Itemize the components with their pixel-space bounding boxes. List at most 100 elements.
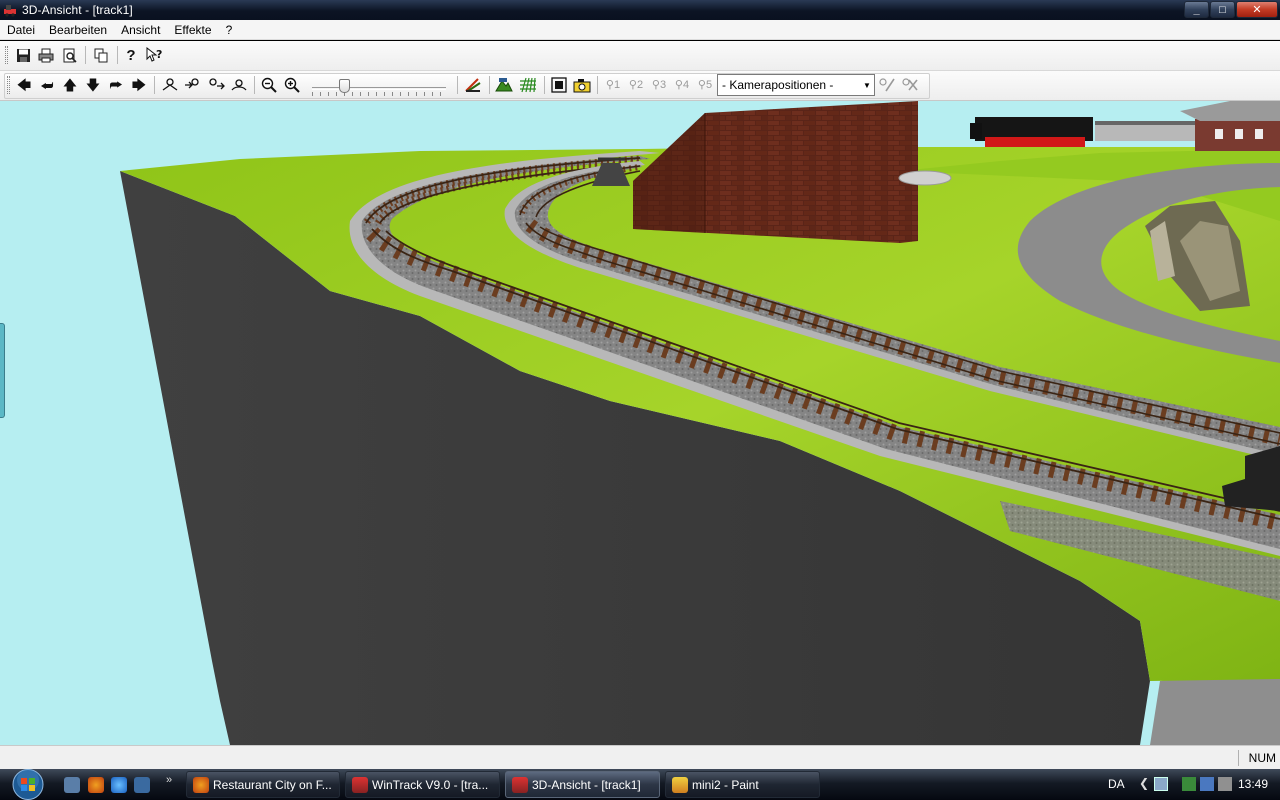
- task-wintrack[interactable]: WinTrack V9.0 - [tra...: [345, 771, 500, 798]
- camera-turn-button[interactable]: [206, 75, 226, 95]
- internet-explorer-icon[interactable]: [111, 777, 127, 793]
- move-right-button[interactable]: 🡆: [129, 75, 149, 95]
- camera-delete-button[interactable]: [900, 75, 920, 95]
- station-roof: [1180, 101, 1280, 121]
- context-help-button[interactable]: ?: [145, 45, 165, 65]
- tray-security-icon[interactable]: [1182, 777, 1196, 791]
- camera-delete-icon: [902, 78, 918, 91]
- locomotive-front: [970, 123, 982, 139]
- landscape-icon: [495, 78, 513, 92]
- arrow-up-icon: 🡅: [62, 77, 78, 93]
- camera-edit-button[interactable]: [877, 75, 897, 95]
- 3d-scene[interactable]: [0, 101, 1280, 745]
- camera-slot-2-button[interactable]: ⚲ 2: [626, 75, 646, 95]
- clock[interactable]: 13:49: [1238, 777, 1268, 791]
- help-button[interactable]: ?: [121, 45, 141, 65]
- tray-expand-icon[interactable]: ❮: [1139, 776, 1149, 790]
- print-icon: [38, 48, 54, 62]
- zoom-slider-ticks: [312, 92, 446, 96]
- menu-bearbeiten[interactable]: Bearbeiten: [42, 20, 114, 40]
- minimize-button[interactable]: _: [1184, 1, 1209, 18]
- title-bar[interactable]: 3D-Ansicht - [track1] _ □ ✕: [0, 0, 1280, 20]
- zoom-in-button[interactable]: [282, 75, 302, 95]
- window-title: 3D-Ansicht - [track1]: [22, 3, 133, 17]
- camera-move-button[interactable]: [160, 75, 180, 95]
- maximize-button[interactable]: □: [1210, 1, 1235, 18]
- toolbar-separator: [544, 76, 545, 94]
- quicklaunch-more-icon[interactable]: »: [166, 774, 172, 786]
- snapshot-button[interactable]: [572, 75, 592, 95]
- task-label: WinTrack V9.0 - [tra...: [372, 777, 489, 792]
- landscape-button[interactable]: [494, 75, 514, 95]
- volume-icon[interactable]: [1218, 777, 1232, 791]
- camera-slot-label: 3: [659, 78, 667, 91]
- copy-button[interactable]: [91, 45, 111, 65]
- menu-datei[interactable]: Datei: [0, 20, 42, 40]
- language-indicator[interactable]: DA: [1108, 777, 1125, 791]
- menu-ansicht[interactable]: Ansicht: [114, 20, 167, 40]
- building-shadow-side: [633, 113, 705, 233]
- camera-slot-3-button[interactable]: ⚲ 3: [649, 75, 669, 95]
- move-left-button[interactable]: 🡄: [14, 75, 34, 95]
- task-label: Restaurant City on F...: [213, 777, 332, 792]
- taskbar: » Restaurant City on F... WinTrack V9.0 …: [0, 769, 1280, 800]
- locomotive-wheels: [985, 137, 1085, 147]
- arrow-left-icon: 🡄: [16, 77, 32, 93]
- camera-orbit-button[interactable]: [229, 75, 249, 95]
- menu-help[interactable]: ?: [219, 20, 240, 40]
- toolbar-grip[interactable]: [7, 76, 10, 94]
- network-icon[interactable]: [1200, 777, 1214, 791]
- help-icon: ?: [126, 46, 136, 64]
- task-paint[interactable]: mini2 - Paint: [665, 771, 820, 798]
- zoom-slider-thumb[interactable]: [339, 79, 350, 93]
- 3d-viewport[interactable]: [0, 101, 1280, 745]
- toolbar-grip[interactable]: [5, 46, 8, 64]
- move-down-button[interactable]: 🡇: [83, 75, 103, 95]
- chevron-down-icon[interactable]: ▼: [860, 75, 874, 95]
- move-back-button[interactable]: ⮨: [37, 75, 57, 95]
- camera-slot-5-button[interactable]: ⚲ 5: [695, 75, 715, 95]
- zoom-out-icon: [261, 77, 277, 93]
- camera-slot-icon: ⚲: [605, 78, 614, 91]
- windows-start-icon: [12, 769, 44, 800]
- task-3d-ansicht[interactable]: 3D-Ansicht - [track1]: [505, 771, 660, 798]
- grid-button[interactable]: [518, 75, 538, 95]
- camera-position-select[interactable]: - Kamerapositionen - ▼: [717, 74, 875, 96]
- tray-app-icon[interactable]: [1154, 777, 1168, 791]
- move-forward-button[interactable]: ⮫: [106, 75, 126, 95]
- toolbar-separator: [457, 76, 458, 94]
- train-car-roof: [1095, 121, 1195, 125]
- zoom-slider[interactable]: [312, 78, 446, 98]
- show-desktop-icon[interactable]: [64, 777, 80, 793]
- track-tool-button[interactable]: [463, 75, 483, 95]
- camera-slot-icon: ⚲: [628, 78, 637, 91]
- start-button[interactable]: [8, 769, 48, 800]
- move-up-button[interactable]: 🡅: [60, 75, 80, 95]
- fullscreen-button[interactable]: [549, 75, 569, 95]
- num-lock-indicator: NUM: [1238, 750, 1276, 766]
- camera-slot-1-button[interactable]: ⚲ 1: [603, 75, 623, 95]
- close-button[interactable]: ✕: [1236, 1, 1278, 18]
- toolbar-separator: [254, 76, 255, 94]
- print-button[interactable]: [36, 45, 56, 65]
- save-button[interactable]: [13, 45, 33, 65]
- window: [1215, 129, 1223, 139]
- copy-icon: [94, 48, 107, 62]
- zoom-out-button[interactable]: [259, 75, 279, 95]
- camera-position-value: - Kamerapositionen -: [722, 78, 834, 92]
- menu-effekte[interactable]: Effekte: [167, 20, 218, 40]
- camera-turn-icon: [209, 78, 225, 90]
- firefox-quicklaunch-icon[interactable]: [88, 777, 104, 793]
- camera-edit-icon: [879, 78, 895, 92]
- track-icon: [465, 78, 481, 92]
- camera-slot-4-button[interactable]: ⚲ 4: [672, 75, 692, 95]
- grid-icon: [520, 77, 536, 93]
- turntable: [898, 170, 952, 186]
- print-preview-button[interactable]: [59, 45, 79, 65]
- camera-slot-icon: ⚲: [651, 78, 660, 91]
- switch-windows-icon[interactable]: [134, 777, 150, 793]
- camera-walk-button[interactable]: [183, 75, 203, 95]
- task-restaurant-city[interactable]: Restaurant City on F...: [186, 771, 340, 798]
- snapshot-icon: [573, 78, 591, 92]
- side-panel-tab[interactable]: [0, 323, 5, 418]
